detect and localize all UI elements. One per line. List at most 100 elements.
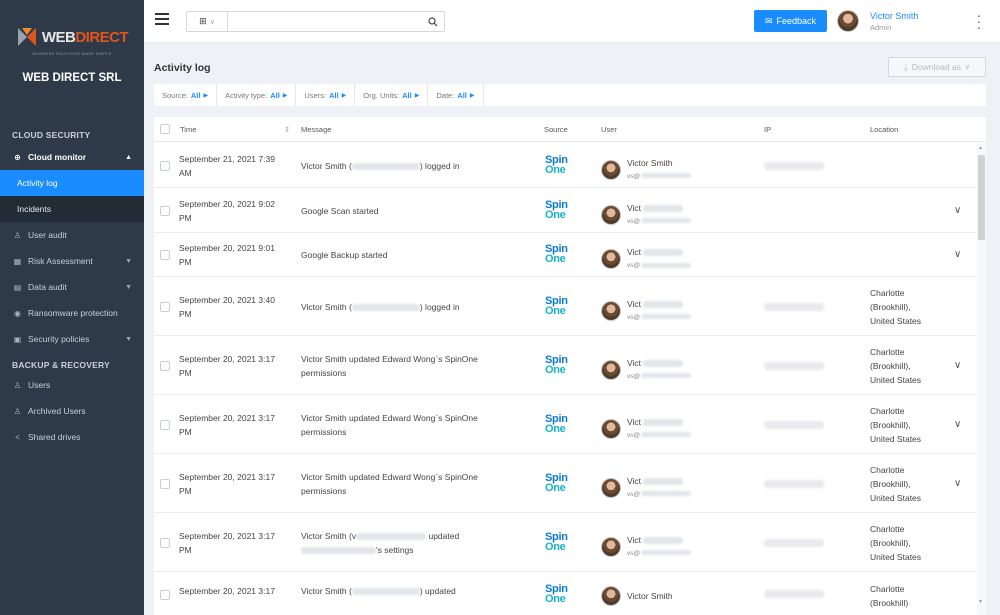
row-time: September 20, 2021 9:01 PM (179, 243, 275, 267)
activity-table: Time ⇕ Message Source User IP Location S… (154, 117, 986, 615)
chevron-down-icon: ∨ (964, 64, 971, 71)
search-category-dropdown[interactable]: ⊞ ∨ (187, 12, 228, 31)
feedback-button[interactable]: ✉ Feedback (754, 10, 827, 32)
row-time: September 20, 2021 3:17 (179, 586, 275, 596)
scrollbar[interactable]: ▲ ▼ (977, 143, 986, 615)
grid-icon: ▦ (13, 256, 22, 266)
row-checkbox[interactable] (160, 250, 170, 260)
sidebar-item-archived-users[interactable]: ♙ Archived Users (0, 398, 144, 424)
table-row[interactable]: September 20, 2021 3:17 PM Victor Smith (v… (154, 513, 976, 572)
filter-source[interactable]: Source: All ▶ (154, 84, 218, 106)
spinone-logo-icon: Spin One (545, 243, 568, 265)
policy-icon: ▣ (13, 334, 22, 344)
sidebar-item-label: Users (28, 380, 51, 390)
sidebar-item-label: Security policies (28, 334, 90, 344)
globe-icon: ⊕ (14, 152, 21, 162)
row-user: Vict vs@ (601, 533, 692, 561)
spinone-logo-icon: Spin One (545, 294, 568, 317)
caret-right-icon: ▶ (341, 92, 347, 99)
page-title: Activity log (154, 62, 211, 74)
user-name: Victor Smith (870, 11, 919, 21)
row-checkbox[interactable] (160, 478, 170, 489)
expand-row-icon[interactable]: ∨ (954, 204, 961, 218)
sidebar-item-user-audit[interactable]: ♙ User audit (0, 222, 144, 248)
sidebar-item-incidents[interactable]: Incidents (0, 196, 144, 222)
filter-activity-type[interactable]: Activity type: All ▶ (217, 84, 297, 106)
row-message: Victor Smith () logged in (301, 160, 460, 171)
row-time: September 20, 2021 3:17 PM (179, 412, 275, 437)
more-vertical-icon[interactable]: · · · (976, 8, 982, 34)
menu-icon[interactable] (155, 13, 169, 27)
sidebar-item-users[interactable]: ♙ Users (0, 372, 144, 398)
row-checkbox[interactable] (160, 589, 170, 600)
sidebar-item-cloud-monitor[interactable]: ⊕ Cloud monitor ▲ (0, 144, 144, 170)
select-all-checkbox[interactable] (160, 124, 170, 134)
table-row[interactable]: September 20, 2021 3:17 PM Victor Smith up… (154, 395, 976, 454)
scroll-down-icon[interactable]: ▼ (978, 599, 983, 605)
column-location: Location (870, 125, 899, 134)
brand: WEBDIRECT BUSINESS SOLUTIONS MADE SIMPLE… (0, 0, 144, 110)
column-source: Source (544, 125, 568, 134)
table-row[interactable]: September 20, 2021 3:17 PM Victor Smith up… (154, 336, 976, 395)
sidebar-item-data-audit[interactable]: ▤ Data audit ▼ (0, 274, 144, 300)
row-ip-redacted (764, 361, 824, 370)
expand-row-icon[interactable]: ∨ (954, 248, 961, 262)
chevron-down-icon: ∨ (209, 18, 215, 26)
row-location: Charlotte (Brookhill) (870, 584, 909, 608)
table-row[interactable]: September 20, 2021 3:17 Victor Smith () u… (154, 572, 976, 615)
archived-users-icon: ♙ (13, 406, 22, 416)
sidebar-item-security-policies[interactable]: ▣ Security policies ▼ (0, 326, 144, 352)
table-row[interactable]: September 20, 2021 3:17 PM Victor Smith up… (154, 454, 976, 513)
row-ip-redacted (764, 302, 824, 311)
filter-date[interactable]: Date: All ▶ (428, 84, 484, 106)
row-checkbox[interactable] (160, 360, 170, 371)
caret-right-icon: ▶ (203, 92, 209, 99)
column-time[interactable]: Time (180, 125, 196, 134)
download-button[interactable]: ⤓ Download as ∨ (888, 57, 986, 77)
spinone-logo-icon: Spin One (545, 153, 568, 176)
row-location: Charlotte (Brookhill), United States (870, 287, 922, 326)
avatar (601, 359, 621, 380)
sort-icon[interactable]: ⇕ (284, 125, 290, 134)
avatar (601, 586, 621, 606)
row-time: September 20, 2021 3:17 PM (179, 530, 275, 555)
sidebar-item-activity-log[interactable]: Activity log (0, 170, 144, 196)
row-checkbox[interactable] (160, 160, 170, 171)
row-checkbox[interactable] (160, 205, 170, 216)
scroll-up-icon[interactable]: ▲ (978, 145, 983, 151)
row-location: Charlotte (Brookhill), United States (870, 346, 922, 385)
download-icon: ⤓ (903, 61, 908, 72)
spinone-logo-icon: Spin One (545, 583, 568, 605)
row-checkbox[interactable] (160, 537, 170, 548)
avatar[interactable] (837, 10, 859, 32)
row-user: Vict vs@ (601, 201, 692, 229)
sidebar-item-risk-assessment[interactable]: ▦ Risk Assessment ▼ (0, 248, 144, 274)
filter-org-units[interactable]: Org. Units: All ▶ (355, 84, 429, 106)
search-input[interactable] (228, 12, 422, 31)
table-row[interactable]: September 21, 2021 7:39 AM Victor Smith ()… (154, 143, 976, 188)
scrollbar-thumb[interactable] (978, 155, 985, 240)
sidebar-item-shared-drives[interactable]: < Shared drives (0, 424, 144, 450)
filter-users[interactable]: Users: All ▶ (296, 84, 356, 106)
expand-row-icon[interactable]: ∨ (954, 359, 961, 373)
sidebar-item-label: Shared drives (28, 432, 81, 442)
current-user[interactable]: Victor Smith Admin (870, 11, 918, 32)
row-message: Google Backup started (301, 250, 388, 260)
expand-row-icon[interactable]: ∨ (954, 418, 961, 432)
table-row[interactable]: September 20, 2021 9:02 PM Google Scan sta… (154, 188, 976, 233)
sidebar-item-label: Ransomware protection (28, 308, 118, 318)
row-ip-redacted (764, 161, 824, 170)
row-user: Vict vs@ (601, 297, 692, 325)
row-ip-redacted (764, 479, 824, 488)
search-icon[interactable] (422, 12, 444, 31)
logo-tagline: BUSINESS SOLUTIONS MADE SIMPLE (32, 51, 112, 56)
row-message: Google Scan started (301, 205, 379, 216)
row-checkbox[interactable] (160, 419, 170, 430)
table-row[interactable]: September 20, 2021 9:01 PM Google Backup s… (154, 233, 976, 277)
search-bar: ⊞ ∨ (186, 11, 445, 32)
sidebar-item-ransomware-protection[interactable]: ◉ Ransomware protection (0, 300, 144, 326)
row-message: Victor Smith () logged in (301, 301, 460, 312)
row-checkbox[interactable] (160, 301, 170, 312)
table-row[interactable]: September 20, 2021 3:40 PM Victor Smith ()… (154, 277, 976, 336)
expand-row-icon[interactable]: ∨ (954, 477, 961, 491)
